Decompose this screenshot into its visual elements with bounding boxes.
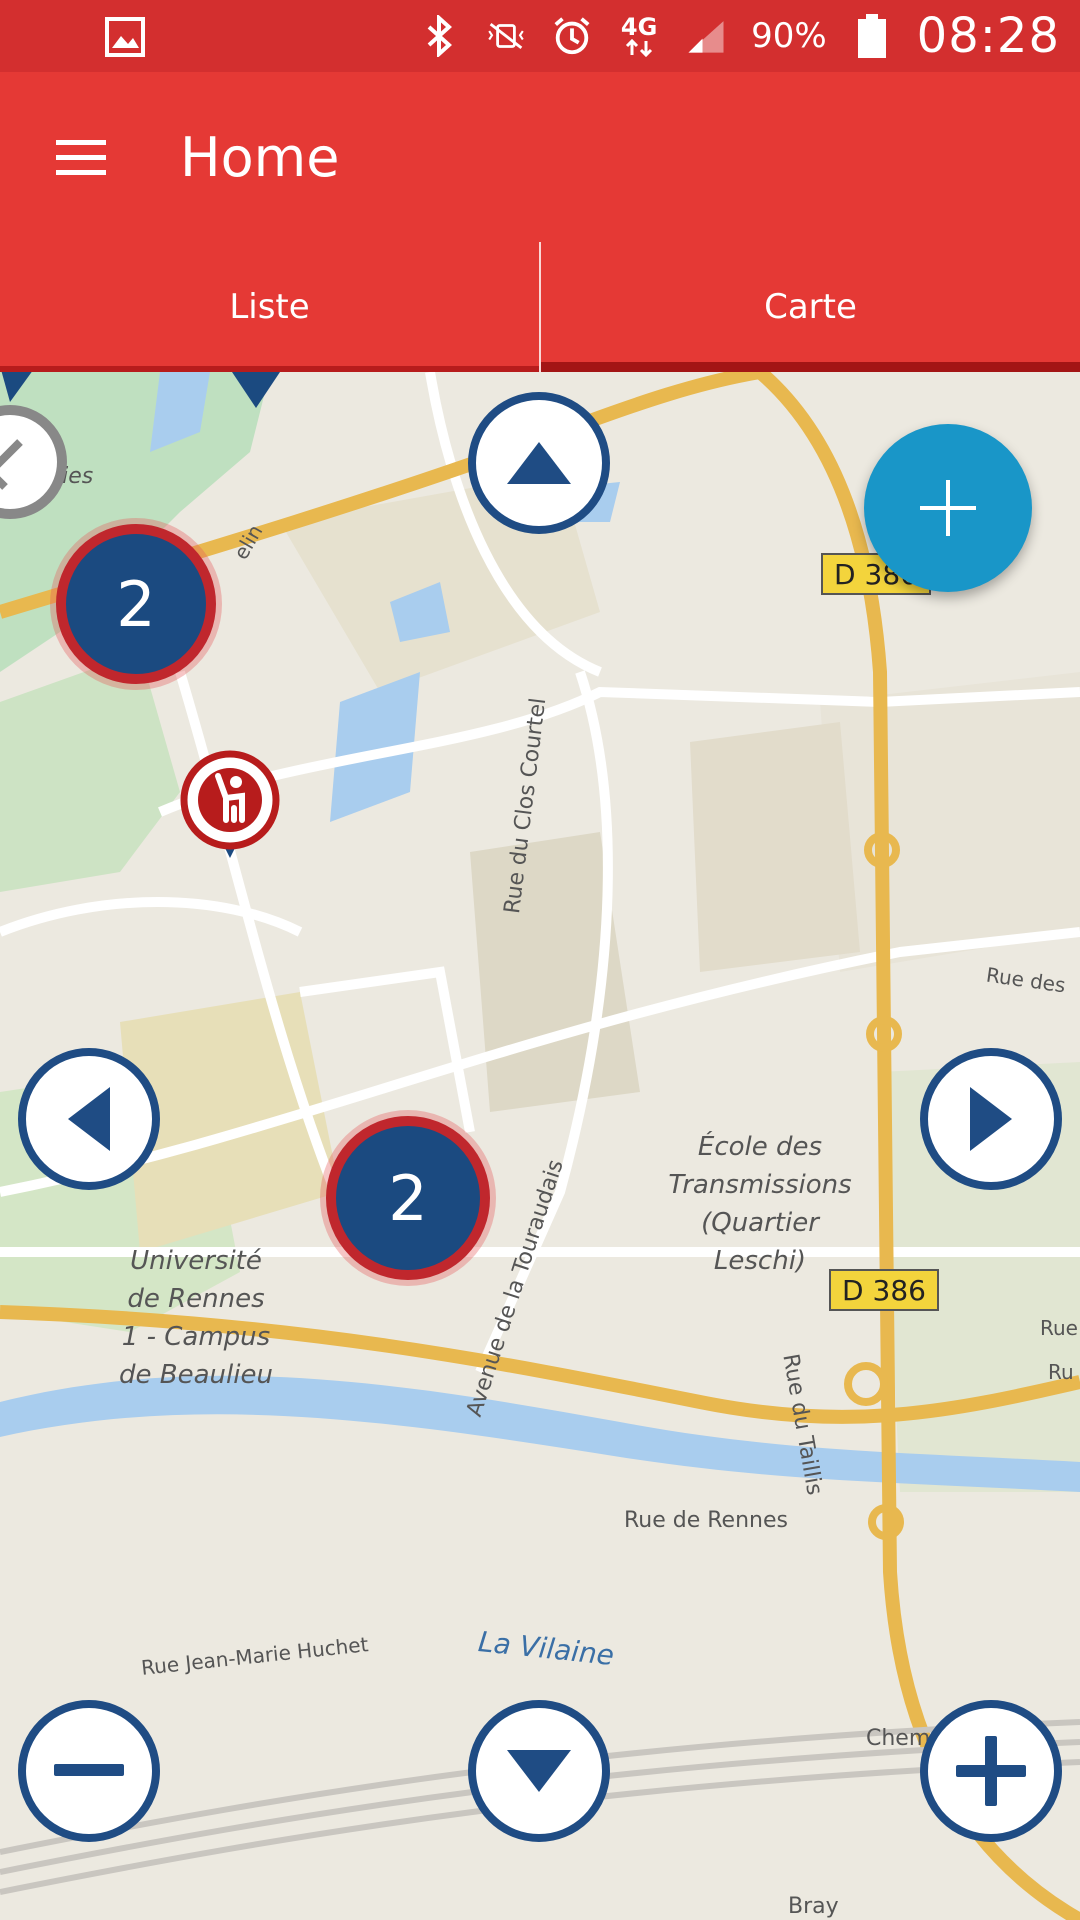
label-rue-right-1: Rue <box>1040 1316 1078 1340</box>
plus-icon <box>956 1736 1026 1806</box>
label-bray: Bray <box>788 1894 839 1919</box>
label-universite: Université de Rennes 1 - Campus de Beaul… <box>119 1246 273 1390</box>
building-block <box>690 722 860 972</box>
pan-right-button[interactable] <box>920 1048 1062 1190</box>
tab-bar: Liste Carte <box>0 242 1080 372</box>
urban-block <box>820 672 1080 972</box>
partial-marker-top[interactable] <box>228 372 284 412</box>
label-chem: Chem <box>866 1726 931 1751</box>
marker-cluster-1[interactable]: 2 <box>56 524 216 684</box>
status-right: 4G 90% 08:28 <box>419 8 1060 64</box>
tab-liste-label: Liste <box>229 287 310 327</box>
clock: 08:28 <box>916 8 1060 64</box>
zoom-out-button[interactable] <box>18 1700 160 1842</box>
minus-icon <box>54 1764 124 1776</box>
app-bar: Home <box>0 72 1080 242</box>
tab-carte[interactable]: Carte <box>539 242 1080 372</box>
person-alert-pin[interactable] <box>178 748 282 868</box>
gallery-notification-icon <box>105 17 145 57</box>
tab-liste[interactable]: Liste <box>0 242 539 372</box>
network-type: 4G <box>620 13 658 41</box>
status-bar: 4G 90% 08:28 <box>0 0 1080 72</box>
cluster-count: 2 <box>388 1161 428 1235</box>
add-report-fab[interactable] <box>864 424 1032 592</box>
label-rue-rennes: Rue de Rennes <box>624 1508 788 1533</box>
label-rue-right-2: Ru <box>1048 1360 1074 1384</box>
triangle-left-icon <box>68 1087 110 1151</box>
pan-down-button[interactable] <box>468 1700 610 1842</box>
partial-marker-top-left[interactable] <box>0 372 36 406</box>
pan-up-button[interactable] <box>468 392 610 534</box>
zoom-in-button[interactable] <box>920 1700 1062 1842</box>
plus-icon <box>920 480 976 536</box>
map-view[interactable]: D 386 D 386 École des Transmissions (Qua… <box>0 372 1080 1920</box>
alarm-icon <box>551 15 593 57</box>
pan-left-button[interactable] <box>18 1048 160 1190</box>
triangle-up-icon <box>507 442 571 484</box>
partial-marker-left[interactable] <box>0 402 80 532</box>
vibrate-off-icon <box>485 15 527 57</box>
triangle-down-icon <box>507 1750 571 1792</box>
signal-icon <box>685 15 727 57</box>
battery-percentage: 90% <box>751 16 827 56</box>
battery-icon <box>851 14 893 58</box>
menu-icon[interactable] <box>50 136 110 180</box>
cluster-count: 2 <box>116 567 156 641</box>
page-title: Home <box>180 126 340 189</box>
network-4g-icon: 4G <box>617 15 661 57</box>
tab-carte-label: Carte <box>764 287 857 327</box>
marker-cluster-2[interactable]: 2 <box>326 1116 490 1280</box>
label-ecole: École des Transmissions (Quartier Leschi… <box>668 1132 852 1276</box>
triangle-right-icon <box>970 1087 1012 1151</box>
bluetooth-icon <box>419 15 461 57</box>
